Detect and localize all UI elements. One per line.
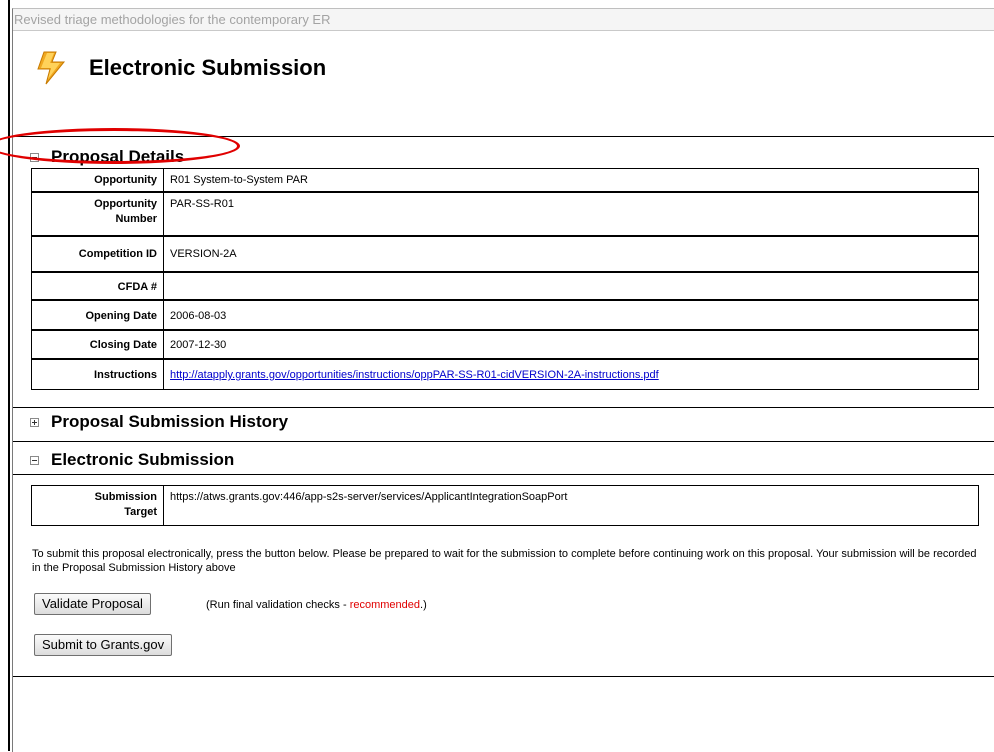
section-title-electronic-submission[interactable]: Electronic Submission — [51, 450, 234, 470]
recommended-text: recommended — [349, 599, 421, 611]
table-row: Opportunity Number PAR-SS-R01 — [32, 191, 978, 235]
row-label: Competition ID — [32, 237, 164, 271]
row-value: R01 System-to-System PAR — [170, 174, 308, 186]
table-row: Opening Date 2006-08-03 — [32, 299, 978, 329]
row-label: CFDA # — [32, 273, 164, 299]
instructions-link[interactable]: http://atapply.grants.gov/opportunities/… — [170, 369, 659, 381]
row-value: 2006-08-03 — [170, 310, 227, 322]
row-label: Instructions — [32, 360, 164, 389]
row-label: Submission Target — [32, 486, 164, 525]
row-value: VERSION-2A — [170, 248, 237, 260]
validate-note-prefix: (Run final validation checks - — [206, 599, 350, 611]
table-row: Opportunity R01 System-to-System PAR — [32, 169, 978, 191]
row-label: Opportunity Number — [32, 193, 164, 235]
validate-note-suffix: .) — [420, 599, 427, 611]
submission-target-table: Submission Target https://atws.grants.go… — [31, 485, 979, 526]
section-title-submission-history[interactable]: Proposal Submission History — [51, 412, 288, 432]
table-row: CFDA # — [32, 271, 978, 299]
row-label: Closing Date — [32, 331, 164, 358]
page-title: Electronic Submission — [89, 55, 327, 80]
submission-target-value: https://atws.grants.gov:446/app-s2s-serv… — [170, 491, 568, 503]
validate-proposal-button[interactable]: Validate Proposal — [34, 593, 151, 615]
highlight-oval — [0, 128, 240, 164]
section-divider — [13, 676, 994, 677]
section-divider — [13, 474, 994, 475]
validate-note: (Run final validation checks - recommend… — [206, 599, 427, 611]
row-value — [164, 273, 978, 299]
table-row: Submission Target https://atws.grants.go… — [32, 486, 978, 525]
row-value: PAR-SS-R01 — [170, 198, 234, 210]
table-row: Instructions http://atapply.grants.gov/o… — [32, 358, 978, 389]
window-title: Revised triage methodologies for the con… — [13, 9, 994, 31]
section-divider — [13, 441, 994, 442]
expand-history-icon[interactable] — [30, 418, 39, 427]
row-value: http://atapply.grants.gov/opportunities/… — [164, 360, 978, 389]
window-edge-line — [8, 0, 10, 751]
table-row: Closing Date 2007-12-30 — [32, 329, 978, 358]
submission-instructions-text: To submit this proposal electronically, … — [32, 548, 977, 574]
content-panel: Revised triage methodologies for the con… — [12, 8, 994, 752]
lightning-bolt-icon — [37, 51, 66, 85]
proposal-details-table: Opportunity R01 System-to-System PAR Opp… — [31, 168, 979, 390]
collapse-electronic-submission-icon[interactable] — [30, 456, 39, 465]
submit-to-grants-button[interactable]: Submit to Grants.gov — [34, 634, 173, 656]
row-value: 2007-12-30 — [170, 339, 227, 351]
section-divider — [13, 407, 994, 408]
page-header: Electronic Submission — [13, 31, 994, 143]
table-row: Competition ID VERSION-2A — [32, 235, 978, 271]
row-label: Opportunity — [32, 169, 164, 191]
row-label: Opening Date — [32, 301, 164, 329]
